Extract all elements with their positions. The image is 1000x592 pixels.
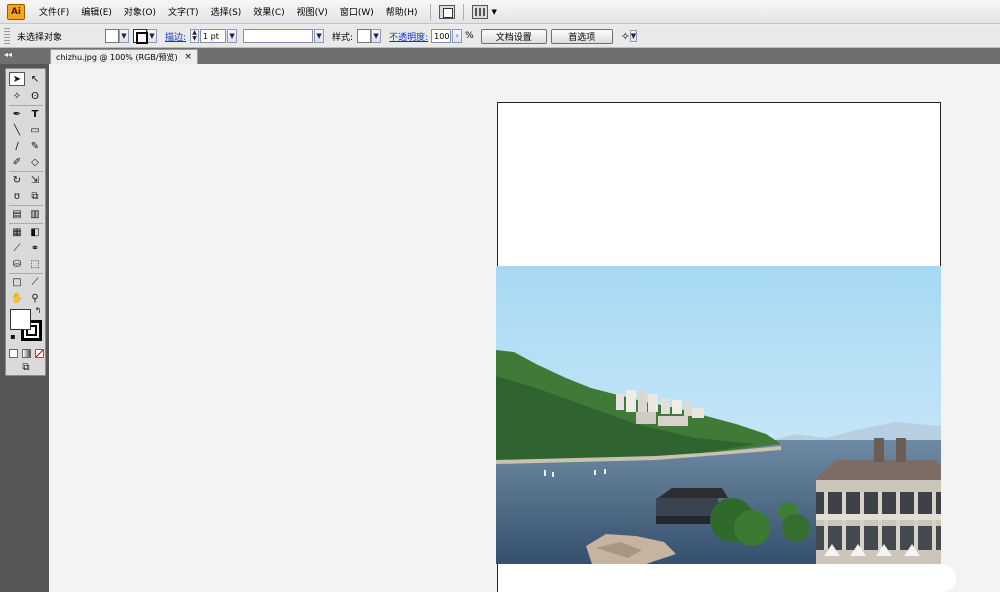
tool-separator (9, 171, 43, 172)
panel-grip[interactable] (4, 27, 10, 45)
zoom-tool-icon[interactable]: ⚲ (27, 291, 43, 305)
selection-status: 未选择对象 (17, 32, 63, 43)
paintbrush-tool-icon[interactable]: / (9, 139, 25, 153)
lasso-tool-icon[interactable]: ʘ (27, 89, 43, 103)
tools-panel: ➤ ↖ ✧ ʘ ✒ T ╲ ▭ / ✎ ✐ ◇ ↻ ⇲ ʊ ⧉ ▤ ▥ ▦ ◧ … (5, 68, 46, 376)
preferences-button[interactable]: 首选项 (550, 28, 613, 44)
scale-tool-icon[interactable]: ⇲ (27, 173, 43, 187)
style-label: 样式: (332, 32, 354, 43)
fill-swatch (105, 29, 119, 43)
menu-object[interactable]: 对象(O) (118, 5, 162, 18)
chevron-down-icon[interactable]: ▼ (492, 8, 497, 16)
chevron-down-icon: ▼ (629, 30, 637, 42)
swap-colors-icon[interactable]: ↰ (33, 305, 43, 315)
app-logo: Ai (7, 3, 25, 20)
chevron-down-icon: ▼ (147, 29, 157, 43)
menu-edit[interactable]: 编辑(E) (75, 5, 118, 18)
tool-separator (9, 273, 43, 274)
menu-select[interactable]: 选择(S) (205, 5, 248, 18)
blob-brush-tool-icon[interactable]: ✐ (9, 155, 25, 169)
screen-mode-icon[interactable]: ⧉ (17, 361, 35, 374)
menu-separator (462, 3, 464, 20)
graphic-style-dropdown[interactable]: ▼ (357, 28, 382, 44)
direct-selection-tool-icon[interactable]: ↖ (27, 72, 43, 86)
gradient-tool-icon[interactable]: ◧ (27, 225, 43, 239)
menu-window[interactable]: 窗口(W) (334, 5, 380, 18)
opacity-field[interactable]: 100 (431, 29, 452, 43)
mesh-tool-icon[interactable]: ▦ (9, 225, 25, 239)
stroke-weight-field[interactable]: 1 pt (200, 29, 227, 43)
harbour-photo (496, 266, 941, 564)
color-mode-icon[interactable] (9, 349, 18, 358)
graphic-style-swatch (357, 29, 372, 43)
none-mode-icon[interactable] (35, 349, 44, 358)
close-icon[interactable]: × (184, 52, 192, 62)
rotate-tool-icon[interactable]: ↻ (9, 173, 25, 187)
bridge-icon[interactable] (438, 4, 455, 19)
magic-selector-icon: ✧ (620, 29, 630, 43)
menu-bar: Ai 文件(F) 编辑(E) 对象(O) 文字(T) 选择(S) 效果(C) 视… (0, 0, 1000, 24)
rectangle-tool-icon[interactable]: ▭ (27, 123, 43, 137)
type-tool-icon[interactable]: T (27, 107, 43, 121)
stroke-weight-spinner[interactable]: ▲ ▼ (190, 29, 200, 43)
control-bar: 未选择对象 ▼ ▼ 描边: ▲ ▼ 1 pt ▼ ▼ 样式: ▼ 不透明度: 10… (0, 25, 1000, 48)
column-graph-tool-icon[interactable]: ▥ (27, 207, 43, 221)
document-tab-strip: ◂◂ chizhu.jpg @ 100% (RGB/预览) × (0, 48, 1000, 64)
hand-tool-icon[interactable]: ✋ (9, 291, 25, 305)
live-paint-selection-tool-icon[interactable]: ⬚ (27, 257, 43, 271)
stroke-swatch (133, 29, 148, 44)
menu-type[interactable]: 文字(T) (162, 5, 205, 18)
menu-file[interactable]: 文件(F) (33, 5, 75, 18)
live-paint-bucket-tool-icon[interactable]: ⛁ (9, 257, 25, 271)
image-bottom-edge (580, 564, 956, 592)
chevron-down-icon: ▼ (371, 29, 382, 43)
document-tab-title: chizhu.jpg @ 100% (RGB/预览) (56, 52, 178, 62)
free-transform-tool-icon[interactable]: ⧉ (27, 189, 43, 203)
selection-tool-icon[interactable]: ➤ (9, 72, 25, 86)
tool-separator (9, 105, 43, 106)
menu-separator (429, 3, 431, 20)
chevron-right-icon[interactable]: › (452, 29, 463, 43)
menu-help[interactable]: 帮助(H) (380, 5, 424, 18)
fill-color-dropdown[interactable]: ▼ (105, 28, 129, 44)
artboard-tool-icon[interactable]: □ (9, 275, 25, 289)
default-colors-icon[interactable]: ▪ (8, 331, 18, 341)
tool-separator (9, 223, 43, 224)
chevron-down-icon: ▼ (119, 29, 129, 43)
tool-separator (9, 205, 43, 206)
menu-effect[interactable]: 效果(C) (247, 5, 290, 18)
menu-view[interactable]: 视图(V) (291, 5, 334, 18)
fill-color-swatch[interactable] (10, 309, 31, 330)
stroke-color-dropdown[interactable]: ▼ (133, 28, 157, 44)
blend-tool-icon[interactable]: ⚭ (27, 241, 43, 255)
stroke-panel-link[interactable]: 描边: (165, 30, 186, 43)
opacity-panel-link[interactable]: 不透明度: (389, 30, 428, 43)
eyedropper-tool-icon[interactable]: ⟋ (9, 241, 25, 255)
document-tab[interactable]: chizhu.jpg @ 100% (RGB/预览) × (50, 49, 198, 64)
quick-select-dropdown[interactable]: ✧ ▼ (621, 30, 637, 43)
slice-tool-icon[interactable]: ⟋ (27, 275, 43, 289)
chevron-down-icon[interactable]: ▼ (314, 29, 325, 43)
document-setup-button[interactable]: 文档设置 (480, 28, 547, 44)
chevron-down-icon[interactable]: ▼ (227, 29, 238, 43)
pencil-tool-icon[interactable]: ✎ (27, 139, 43, 153)
pen-tool-icon[interactable]: ✒ (9, 107, 25, 121)
line-segment-tool-icon[interactable]: ╲ (9, 123, 25, 137)
collapse-panels-icon[interactable]: ◂◂ (4, 50, 12, 59)
magic-wand-tool-icon[interactable]: ✧ (9, 89, 25, 103)
symbol-sprayer-tool-icon[interactable]: ▤ (9, 207, 25, 221)
placed-image[interactable] (496, 266, 941, 564)
percent-label: % (465, 31, 474, 41)
variable-width-field[interactable] (243, 29, 314, 43)
warp-tool-icon[interactable]: ʊ (9, 189, 25, 203)
gradient-mode-icon[interactable] (22, 349, 31, 358)
arrange-documents-icon[interactable] (471, 4, 488, 19)
eraser-tool-icon[interactable]: ◇ (27, 155, 43, 169)
